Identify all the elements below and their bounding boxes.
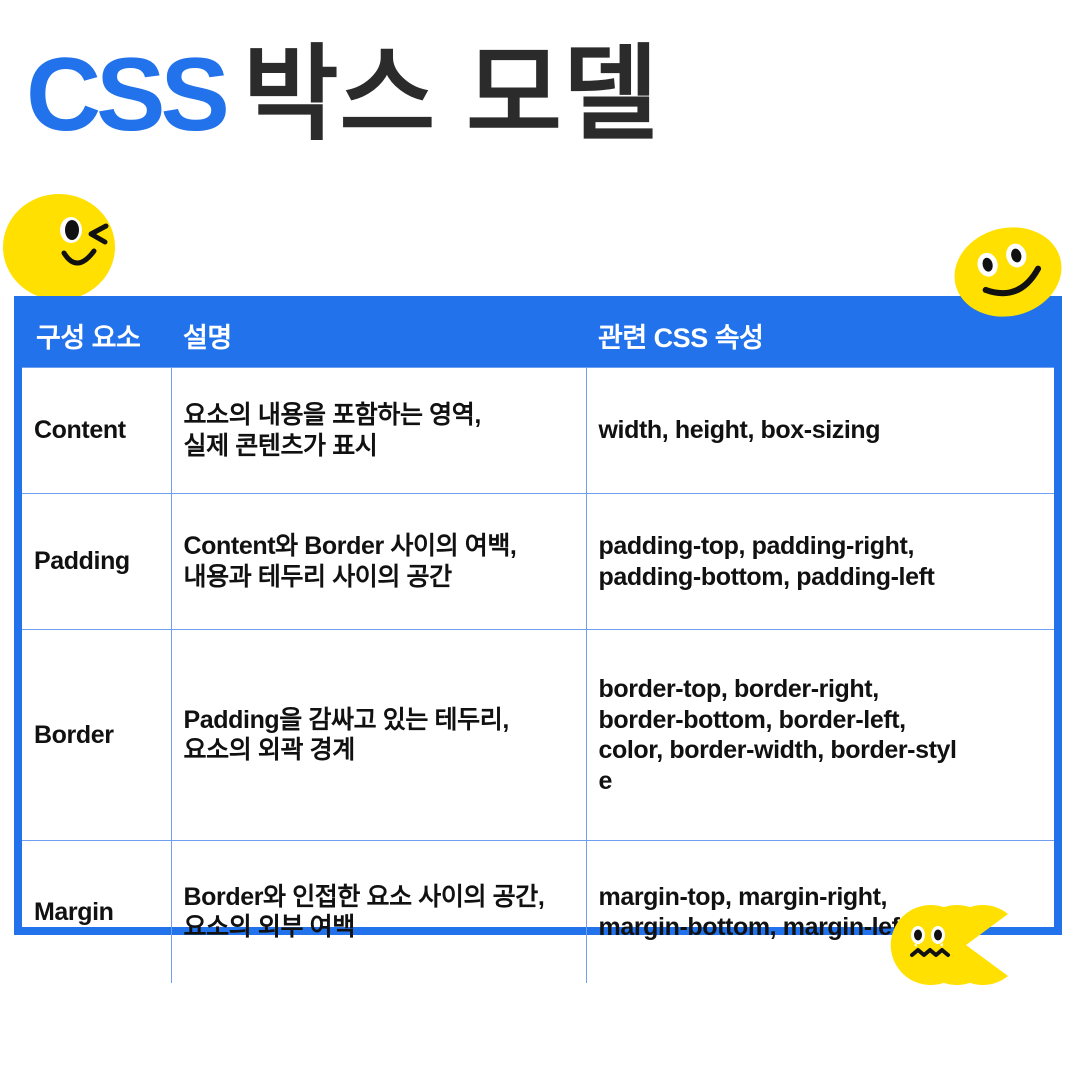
cell-css-properties: border-top, border-right, border-bottom,… xyxy=(585,629,1054,841)
description-line: 실제 콘텐츠가 표시 xyxy=(183,431,378,460)
column-header-css-properties: 관련 CSS 속성 xyxy=(586,304,1054,368)
box-model-table: 구성 요소 설명 관련 CSS 속성 Content 요소의 내용을 포함하는 … xyxy=(22,304,1054,983)
table-row: Padding Content와 Border 사이의 여백, 내용과 테두리 … xyxy=(22,493,1054,630)
property-line: border-bottom, border-left, xyxy=(598,705,907,734)
cell-css-properties: padding-top, padding-right, padding-bott… xyxy=(585,493,1054,630)
cell-component-name: Content xyxy=(22,367,172,494)
cell-css-properties: width, height, box-sizing xyxy=(585,367,1054,494)
property-line: padding-top, padding-right, xyxy=(598,532,915,560)
table-body: Content 요소의 내용을 포함하는 영역, 실제 콘텐츠가 표시 widt… xyxy=(22,367,1054,983)
page-title-rest: 박스 모델 xyxy=(242,37,660,153)
table-row: Content 요소의 내용을 포함하는 영역, 실제 콘텐츠가 표시 widt… xyxy=(22,367,1054,494)
description-line: 요소의 외곽 경계 xyxy=(183,736,356,764)
cell-css-properties: margin-top, margin-right, margin-bottom,… xyxy=(585,840,1054,983)
property-line: color, border-width, border-styl xyxy=(598,736,957,764)
winking-smiley-icon xyxy=(2,192,120,304)
table-row: Border Padding을 감싸고 있는 테두리, 요소의 외곽 경계 bo… xyxy=(22,629,1054,841)
cell-component-name: Padding xyxy=(22,493,172,630)
description-line: Border와 인접한 요소 사이의 공간, xyxy=(183,882,545,911)
cell-description: Padding을 감싸고 있는 테두리, 요소의 외곽 경계 xyxy=(170,629,587,841)
description-line: Content와 Border 사이의 여백, xyxy=(183,532,517,560)
description-line: 요소의 외부 여백 xyxy=(183,913,356,941)
cell-description: Content와 Border 사이의 여백, 내용과 테두리 사이의 공간 xyxy=(170,493,587,630)
property-line: width, height, box-sizing xyxy=(598,416,881,445)
cell-description: 요소의 내용을 포함하는 영역, 실제 콘텐츠가 표시 xyxy=(170,367,587,494)
table-row: Margin Border와 인접한 요소 사이의 공간, 요소의 외부 여백 … xyxy=(22,840,1054,983)
table-header: 구성 요소 설명 관련 CSS 속성 xyxy=(22,304,1054,368)
property-line: border-top, border-right, xyxy=(598,675,880,703)
description-line: 내용과 테두리 사이의 공간 xyxy=(183,562,453,591)
column-header-description: 설명 xyxy=(171,304,586,368)
cell-component-name: Border xyxy=(22,629,172,841)
description-line: 요소의 내용을 포함하는 영역, xyxy=(183,401,482,429)
cell-component-name: Margin xyxy=(22,840,172,983)
box-model-table-container: 구성 요소 설명 관련 CSS 속성 Content 요소의 내용을 포함하는 … xyxy=(14,296,1062,983)
cell-description: Border와 인접한 요소 사이의 공간, 요소의 외부 여백 xyxy=(170,840,587,983)
table-header-row: 구성 요소 설명 관련 CSS 속성 xyxy=(22,304,1054,368)
property-line: margin-bottom, margin-left xyxy=(598,913,908,941)
property-line: e xyxy=(598,766,613,795)
column-header-component: 구성 요소 xyxy=(22,304,171,368)
property-line: margin-top, margin-right, xyxy=(598,882,888,911)
property-line: padding-bottom, padding-left xyxy=(598,562,935,591)
page-title: CSS 박스 모델 xyxy=(26,30,659,160)
description-line: Padding을 감싸고 있는 테두리, xyxy=(183,705,510,734)
page-title-accent: CSS xyxy=(26,37,230,153)
